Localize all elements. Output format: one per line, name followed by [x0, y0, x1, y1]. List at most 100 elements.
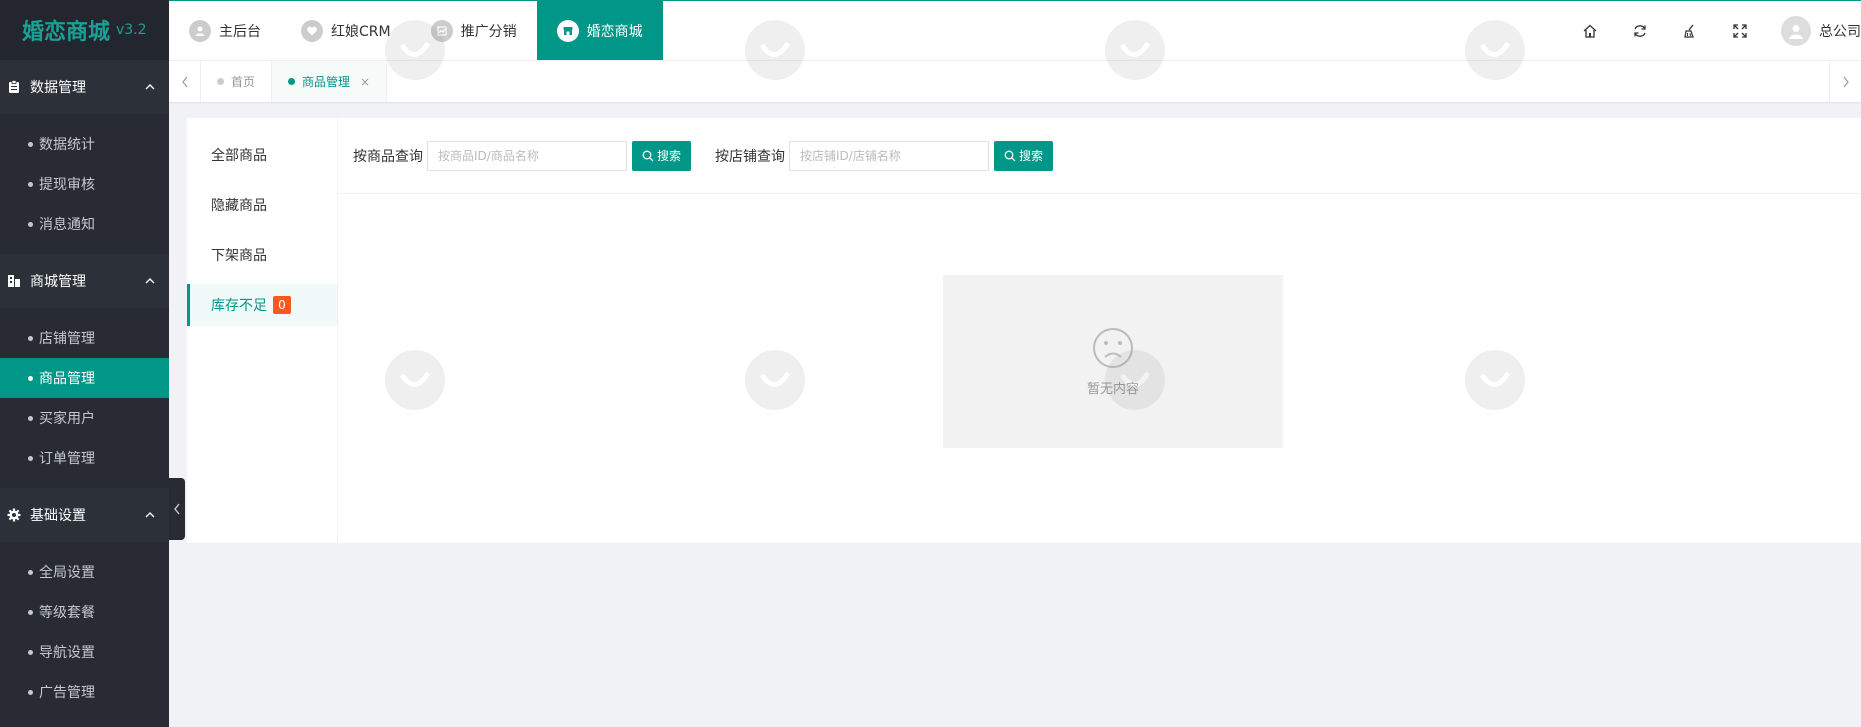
bullet-icon: [28, 689, 33, 695]
chevron-up-icon: [145, 278, 155, 284]
bullet-icon: [28, 569, 33, 575]
top-tab-mall[interactable]: 婚恋商城: [536, 1, 663, 60]
top-tab-main[interactable]: 主后台: [169, 1, 281, 60]
avatar-icon: [1789, 24, 1803, 39]
shop-search-input[interactable]: [789, 140, 990, 171]
product-search-button[interactable]: 搜索: [632, 140, 692, 171]
clear-icon: [1684, 24, 1694, 38]
filter-label: 下架商品: [211, 248, 267, 264]
tab-dot-icon: [217, 78, 224, 85]
sidebar-item-orders[interactable]: 订单管理: [0, 438, 169, 478]
sidebar-item-nav-settings[interactable]: 导航设置: [0, 632, 169, 672]
refresh-icon: [1634, 24, 1646, 37]
clipboard-icon: [6, 79, 22, 95]
search-button-label: 搜索: [1019, 149, 1044, 163]
filter-offline-products[interactable]: 下架商品: [187, 234, 337, 276]
sidebar-item-label: 导航设置: [39, 645, 95, 661]
search-button-label: 搜索: [657, 149, 682, 163]
bullet-icon: [28, 335, 33, 341]
tabbar-scroll-left[interactable]: [169, 61, 201, 102]
shop-search-button[interactable]: 搜索: [994, 140, 1054, 171]
top-header: 主后台 红娘CRM 推广分销 婚恋商城 总公司: [169, 0, 1861, 60]
filter-all-products[interactable]: 全部商品: [187, 134, 337, 176]
sidebar-item-label: 等级套餐: [39, 605, 95, 621]
app-logo[interactable]: 婚恋商城 v3.2: [0, 0, 169, 60]
filter-label: 库存不足: [211, 298, 267, 314]
tabbar-scroll-right[interactable]: [1829, 61, 1861, 102]
chevron-right-icon: [1843, 76, 1849, 87]
sidebar-item-label: 消息通知: [39, 217, 95, 233]
product-search-label: 按商品查询: [353, 148, 423, 165]
sidebar-item-shops[interactable]: 店铺管理: [0, 318, 169, 358]
user-name: 总公司: [1819, 23, 1861, 40]
bullet-icon: [28, 455, 33, 461]
top-tab-label: 主后台: [219, 23, 261, 40]
bullet-icon: [28, 181, 33, 187]
sidebar-collapse-button[interactable]: [169, 478, 185, 540]
shop-icon: [6, 273, 22, 289]
page-tab-label: 商品管理: [302, 75, 351, 89]
page-tab-home[interactable]: 首页: [201, 61, 273, 102]
search-icon: [1004, 150, 1016, 161]
sidebar-item-buyers[interactable]: 买家用户: [0, 398, 169, 438]
product-filter-nav: 全部商品 隐藏商品 下架商品 库存不足 0: [187, 118, 338, 543]
user-menu[interactable]: 总公司: [1765, 15, 1861, 46]
home-button[interactable]: [1565, 1, 1615, 61]
home-icon: [1583, 24, 1597, 38]
filter-label: 全部商品: [211, 148, 267, 164]
top-tab-label: 推广分销: [460, 23, 517, 40]
top-tab-promotion[interactable]: 推广分销: [411, 1, 537, 60]
sidebar-group-title: 基础设置: [30, 508, 86, 524]
bullet-icon: [28, 609, 33, 615]
sidebar-item-ads[interactable]: 广告管理: [0, 672, 169, 712]
app-version: v3.2: [116, 22, 147, 38]
header-toolbar: 总公司: [1565, 1, 1861, 60]
close-icon[interactable]: ×: [360, 75, 370, 89]
clear-cache-button[interactable]: [1665, 1, 1715, 61]
bullet-icon: [28, 649, 33, 655]
search-bar: 按商品查询 搜索 按店铺查询 搜索: [338, 118, 1861, 194]
refresh-button[interactable]: [1615, 1, 1665, 61]
chevron-up-icon: [145, 84, 155, 90]
sidebar-item-withdraw-review[interactable]: 提现审核: [0, 164, 169, 204]
sidebar-group-data[interactable]: 数据管理: [0, 60, 169, 114]
sidebar-group-settings[interactable]: 基础设置: [0, 488, 169, 542]
product-search-input[interactable]: [427, 140, 627, 171]
store-icon: [556, 19, 579, 42]
tab-dot-icon: [288, 78, 296, 85]
page-tab-products[interactable]: 商品管理 ×: [272, 61, 388, 102]
filter-label: 隐藏商品: [211, 198, 267, 214]
top-tab-label: 婚恋商城: [586, 23, 643, 40]
sidebar-item-level-packages[interactable]: 等级套餐: [0, 592, 169, 632]
filter-low-stock[interactable]: 库存不足 0: [187, 284, 337, 326]
bullet-icon: [28, 415, 33, 421]
count-badge: 0: [273, 296, 291, 314]
sidebar-item-label: 店铺管理: [39, 331, 95, 347]
avatar: [1781, 15, 1811, 46]
sidebar-item-label: 订单管理: [39, 451, 95, 467]
fullscreen-icon: [1733, 23, 1747, 38]
fullscreen-button[interactable]: [1715, 1, 1765, 61]
sidebar-item-label: 全局设置: [39, 565, 95, 581]
sidebar-group-mall[interactable]: 商城管理: [0, 254, 169, 308]
sidebar-item-global-settings[interactable]: 全局设置: [0, 552, 169, 592]
sidebar-item-label: 提现审核: [39, 177, 95, 193]
filter-hidden-products[interactable]: 隐藏商品: [187, 184, 337, 226]
sidebar-item-data-stats[interactable]: 数据统计: [0, 124, 169, 164]
sidebar-item-label: 商品管理: [39, 371, 95, 387]
bullet-icon: [28, 221, 33, 227]
empty-state-text: 暂无内容: [1086, 382, 1139, 397]
gear-icon: [6, 507, 22, 523]
sidebar-group-title: 商城管理: [30, 274, 86, 290]
chevron-up-icon: [145, 512, 155, 518]
sidebar-item-notifications[interactable]: 消息通知: [0, 204, 169, 244]
bullet-icon: [28, 141, 33, 147]
user-icon: [189, 19, 211, 42]
page-tab-bar: 首页 商品管理 ×: [169, 60, 1861, 102]
sidebar-item-label: 数据统计: [39, 137, 95, 153]
chevron-left-icon: [181, 76, 187, 87]
sidebar-item-products[interactable]: 商品管理: [0, 358, 169, 398]
search-icon: [642, 150, 654, 161]
top-tab-crm[interactable]: 红娘CRM: [281, 1, 411, 60]
bullet-icon: [28, 375, 33, 381]
